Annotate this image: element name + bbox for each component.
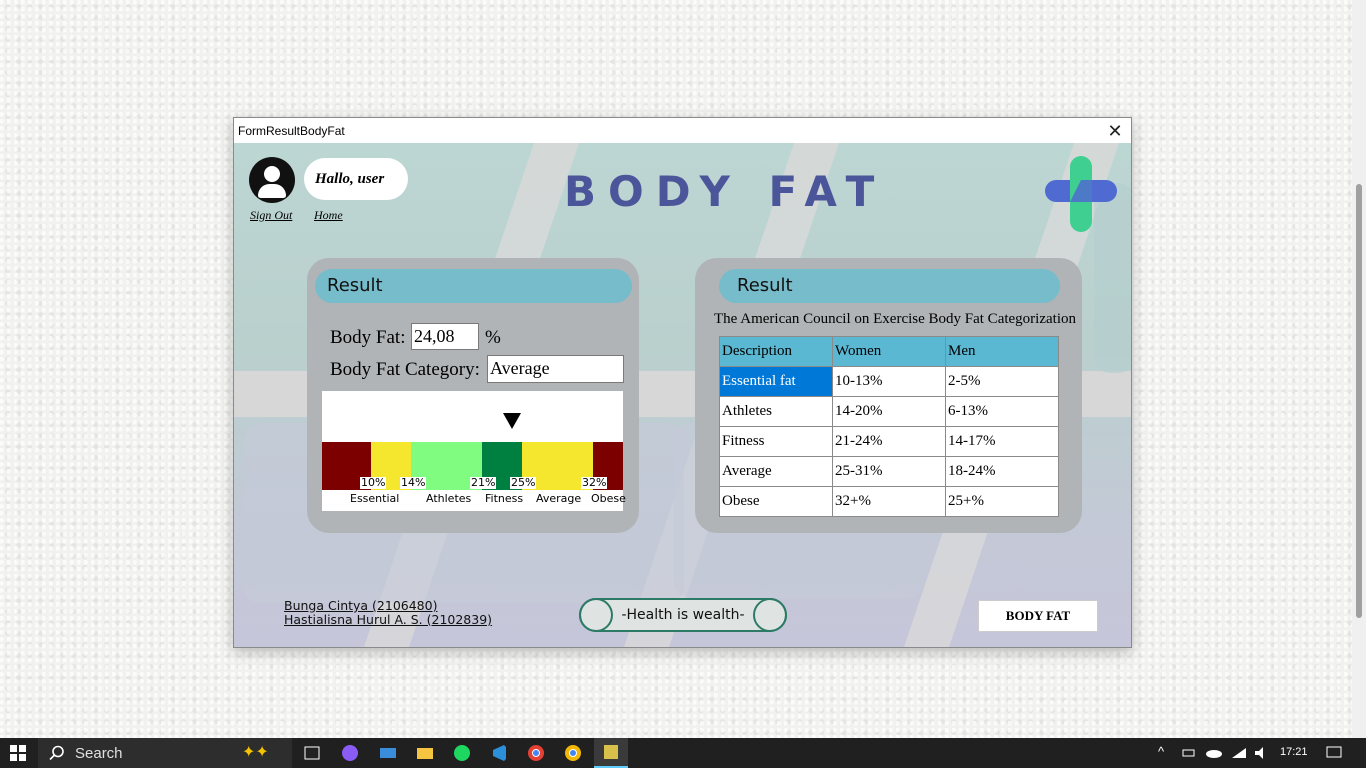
form-window: FormResultBodyFat ✕ Hallo, user Sign Out… [233,117,1132,648]
result-panel-left: Result Body Fat: 24,08 % Body Fat Catego… [307,258,639,533]
scale-percent: 32% [581,476,608,489]
table-row[interactable]: Athletes 14-20% 6-13% [719,396,1059,427]
table-subtitle: The American Council on Exercise Body Fa… [714,311,1076,327]
chrome-icon[interactable] [524,738,548,768]
notifications-icon[interactable] [1322,738,1346,768]
scale-percent: 14% [400,476,427,489]
column-header[interactable]: Description [719,336,833,367]
indicator-arrow-icon [503,413,521,429]
volume-icon[interactable] [1252,738,1272,768]
close-icon[interactable]: ✕ [1105,121,1125,141]
unit-label: % [485,327,501,348]
motto-text: -Health is wealth- [621,607,745,623]
table-cell[interactable]: Average [719,456,833,487]
avatar [249,157,295,203]
table-row[interactable]: Fitness 21-24% 14-17% [719,426,1059,457]
motto-left-circle [579,598,613,632]
cloud-icon[interactable] [1204,738,1224,768]
table-row[interactable]: Essential fat 10-13% 2-5% [719,366,1059,397]
copilot-icon[interactable] [338,738,362,768]
search-icon [49,745,64,761]
column-header[interactable]: Women [832,336,946,367]
home-link[interactable]: Home [314,208,343,223]
scale-category: Fitness [485,492,524,505]
spotify-icon[interactable] [450,738,474,768]
table-cell[interactable]: 14-20% [832,396,946,427]
greeting-label: Hallo, user [304,158,408,200]
taskbar-search[interactable]: Search ✦✦ [38,738,292,768]
table-cell[interactable]: Obese [719,486,833,517]
body-fat-label: Body Fat: [330,327,406,348]
motto-right-circle [753,598,787,632]
keyboard-app-icon[interactable] [376,738,400,768]
scale-category: Athletes [426,492,472,505]
medical-cross-logo-icon [1045,156,1117,232]
body-fat-field[interactable]: 24,08 [411,323,479,350]
scrollbar-thumb[interactable] [1356,184,1362,618]
table-cell[interactable]: 2-5% [945,366,1059,397]
file-explorer-icon[interactable] [413,738,437,768]
scale-percent: 25% [510,476,537,489]
task-view-icon[interactable] [300,738,324,768]
motto-badge: -Health is wealth- [579,598,787,632]
table-cell[interactable]: 10-13% [832,366,946,397]
chevron-up-icon[interactable]: ^ [1158,744,1164,759]
windows-start-icon[interactable] [0,738,36,768]
title-bar: FormResultBodyFat ✕ [234,118,1131,143]
wifi-icon[interactable] [1230,738,1248,768]
form-app-icon[interactable] [594,738,628,768]
window-title: FormResultBodyFat [238,124,345,138]
table-cell[interactable]: 32+% [832,486,946,517]
category-label: Body Fat Category: [330,359,480,380]
table-cell[interactable]: 21-24% [832,426,946,457]
client-area: Hallo, user Sign Out Home BODY FAT Resul… [234,143,1131,647]
table-cell[interactable]: Fitness [719,426,833,457]
table-row[interactable]: Average 25-31% 18-24% [719,456,1059,487]
copilot-sparkle-icon: ✦✦ [242,744,269,761]
table-cell[interactable]: 6-13% [945,396,1059,427]
battery-icon[interactable] [1180,738,1198,768]
scale-category: Essential [350,492,400,505]
scale-category: Average [536,492,582,505]
table-cell[interactable]: Essential fat [719,366,833,397]
author-2: Hastialisna Hurul A. S. (2102839) [284,612,493,627]
column-header[interactable]: Men [945,336,1059,367]
table-cell[interactable]: 18-24% [945,456,1059,487]
table-header-row: Description Women Men [719,336,1059,367]
body-fat-scale: 10% 14% 21% 25% 32% Essential Athletes F… [322,391,626,511]
categorization-table: Description Women Men Essential fat 10-1… [719,336,1059,517]
result-heading-right: Result [719,269,1060,303]
scale-percent: 21% [470,476,497,489]
body-fat-button[interactable]: BODY FAT [978,600,1098,632]
table-cell[interactable]: 14-17% [945,426,1059,457]
search-placeholder: Search [75,745,123,762]
table-cell[interactable]: 25-31% [832,456,946,487]
vscode-icon[interactable] [487,738,511,768]
avatar-body [258,184,286,198]
avatar-head [264,166,280,182]
credits: Bunga Cintya (2106480) Hastialisna Hurul… [284,599,492,627]
clock[interactable]: 17:21 [1280,746,1308,758]
scale-category: Obese [591,492,626,505]
scale-percent: 10% [360,476,387,489]
result-panel-right: Result The American Council on Exercise … [695,258,1082,533]
page-title: BODY FAT [564,167,887,216]
page-scrollbar[interactable] [1352,0,1366,738]
table-cell[interactable]: Athletes [719,396,833,427]
table-row[interactable]: Obese 32+% 25+% [719,486,1059,517]
category-field[interactable]: Average [487,355,624,383]
sign-out-link[interactable]: Sign Out [250,208,292,223]
result-heading-left: Result [315,269,632,303]
table-cell[interactable]: 25+% [945,486,1059,517]
author-1: Bunga Cintya (2106480) [284,598,438,613]
chrome-profile-icon[interactable] [561,738,585,768]
taskbar: Search ✦✦ ^ 17:21 [0,738,1366,768]
